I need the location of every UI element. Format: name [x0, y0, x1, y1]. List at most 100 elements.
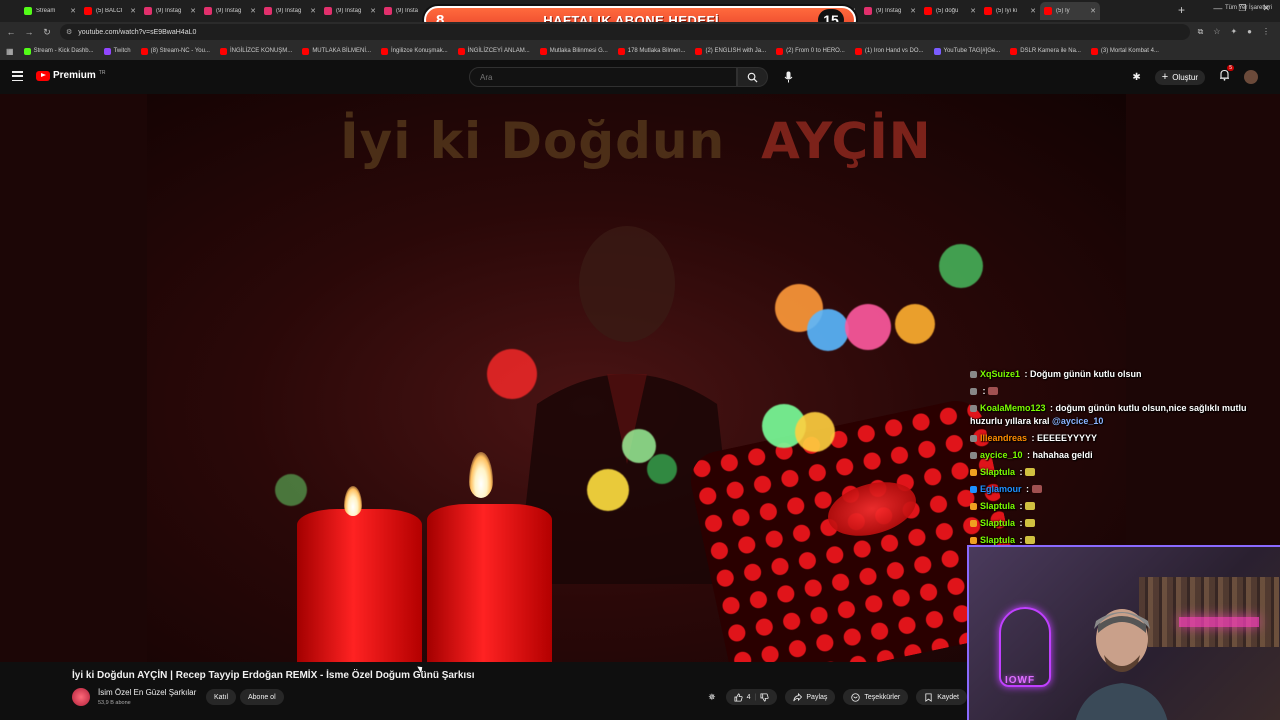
- bookmark-label: İNGİLİZCE KONUŞM...: [229, 48, 293, 54]
- bookmark-item[interactable]: Mutlaka Bilinmesi G...: [539, 47, 608, 55]
- profile-icon[interactable]: ●: [1247, 27, 1252, 37]
- address-bar-row: ← → ↻ ⚙ youtube.com/watch?v=sE9BwaH4aL0 …: [0, 22, 1280, 42]
- voice-search-button[interactable]: [778, 67, 798, 87]
- bookmark-item[interactable]: Stream - Kick Dashb...: [23, 47, 94, 55]
- save-button[interactable]: Kaydet: [916, 689, 967, 705]
- join-button[interactable]: Katıl: [206, 689, 237, 705]
- chat-separator: :: [1024, 450, 1033, 460]
- chat-text: Doğum günün kutlu olsun: [1030, 369, 1142, 379]
- bookmark-item[interactable]: (2) ENGLISH with Ja...: [695, 47, 767, 55]
- browser-tab[interactable]: (5) doğu ✕: [920, 2, 980, 20]
- tab-close-icon[interactable]: ✕: [910, 7, 916, 15]
- flame-left: [344, 486, 362, 516]
- creator-tools-icon[interactable]: ✱: [1132, 72, 1140, 83]
- chat-badge-icon: [970, 469, 977, 476]
- new-tab-button[interactable]: +: [1178, 3, 1185, 17]
- thumbs-down-icon[interactable]: [760, 692, 769, 702]
- url-field[interactable]: ⚙ youtube.com/watch?v=sE9BwaH4aL0: [60, 24, 1190, 40]
- chat-message: XqSuize1 : Doğum günün kutlu olsun: [970, 368, 1270, 381]
- bookmarks-bar: ▦ Stream - Kick Dashb... Twitch (8) Stream…: [0, 42, 1280, 60]
- chat-badge-icon: [970, 520, 977, 527]
- extensions-icon[interactable]: ✦: [1230, 27, 1237, 37]
- tab-favicon-icon: [324, 7, 332, 15]
- candle-right: [427, 504, 552, 662]
- browser-tab[interactable]: Stream ✕: [20, 2, 80, 20]
- bookmark-item[interactable]: İNGİLİZCE KONUŞM...: [219, 47, 293, 55]
- youtube-logo[interactable]: Premium TR: [36, 70, 105, 81]
- minimize-icon[interactable]: —: [1213, 3, 1222, 14]
- bookmark-item[interactable]: MUTLAKA BİLMENİ...: [302, 47, 371, 55]
- bookmark-favicon-icon: [933, 47, 941, 55]
- bookmark-item[interactable]: İngilizce Konuşmak...: [381, 47, 448, 55]
- forward-icon[interactable]: →: [24, 27, 34, 37]
- tab-close-icon[interactable]: ✕: [250, 7, 256, 15]
- chat-text: hahahaa geldi: [1032, 450, 1093, 460]
- bookmark-item[interactable]: (1) Iron Hand vs DO...: [854, 47, 924, 55]
- tab-close-icon[interactable]: ✕: [970, 7, 976, 15]
- tab-close-icon[interactable]: ✕: [1090, 7, 1096, 15]
- plus-icon: +: [1161, 71, 1169, 83]
- notifications-button[interactable]: 5: [1219, 65, 1234, 86]
- bookmark-item[interactable]: (2) From 0 to HERO...: [776, 47, 845, 55]
- search-input[interactable]: [480, 72, 736, 82]
- browser-tab[interactable]: (9) Instag ✕: [260, 2, 320, 20]
- bookmark-label: Mutlaka Bilinmesi G...: [549, 48, 608, 54]
- bokeh-light: [895, 304, 935, 344]
- site-info-icon[interactable]: ⚙: [66, 28, 72, 36]
- channel-name[interactable]: İsim Özel En Güzel Şarkılar: [98, 688, 196, 697]
- bookmark-label: (3) Mortal Kombat 4...: [1100, 48, 1159, 54]
- bookmark-item[interactable]: İNGİLİZCEYİ ANLAM...: [457, 47, 530, 55]
- bookmark-label: (2) ENGLISH with Ja...: [705, 48, 767, 54]
- chat-username: Illeandreas: [980, 433, 1028, 443]
- search-button[interactable]: [737, 67, 768, 87]
- thanks-button[interactable]: Teşekkürler: [843, 689, 909, 705]
- bokeh-light: [939, 244, 983, 288]
- tab-close-icon[interactable]: ✕: [310, 7, 316, 15]
- bokeh-light: [487, 349, 537, 399]
- account-avatar[interactable]: [1244, 70, 1258, 84]
- create-button[interactable]: + Oluştur: [1154, 69, 1205, 85]
- share-button[interactable]: Paylaş: [785, 689, 836, 705]
- browser-tab[interactable]: (9) Instag ✕: [140, 2, 200, 20]
- browser-tab[interactable]: (9) Instag ✕: [860, 2, 920, 20]
- bookmark-item[interactable]: 178 Mutlaka Bilmen...: [617, 47, 685, 55]
- tab-close-icon[interactable]: ✕: [370, 7, 376, 15]
- search-box[interactable]: [469, 67, 737, 87]
- bookmark-star-icon[interactable]: ☆: [1213, 27, 1220, 37]
- menu-icon[interactable]: [12, 71, 23, 81]
- bookmark-favicon-icon: [381, 47, 388, 55]
- bookmark-item[interactable]: (8) Stream-NC - You...: [140, 47, 210, 55]
- tab-close-icon[interactable]: ✕: [70, 7, 76, 15]
- browser-tab[interactable]: (9) Instag ✕: [320, 2, 380, 20]
- reload-icon[interactable]: ↻: [42, 27, 52, 38]
- browser-menu-icon[interactable]: ⋮: [1262, 27, 1270, 37]
- back-icon[interactable]: ←: [6, 27, 16, 37]
- apps-grid-icon[interactable]: ▦: [6, 47, 14, 56]
- youtube-brand: Premium: [53, 70, 96, 81]
- bookmark-item[interactable]: Twitch: [103, 47, 131, 55]
- bookmark-item[interactable]: (3) Mortal Kombat 4...: [1090, 47, 1159, 55]
- subscribe-button[interactable]: Abone ol: [240, 689, 284, 705]
- browser-tab[interactable]: (9) Instag ✕: [200, 2, 260, 20]
- chat-emote-icon: [1031, 485, 1042, 493]
- browser-tab[interactable]: (5) İy ✕: [1040, 2, 1100, 20]
- browser-tab[interactable]: (5) İyi ki ✕: [980, 2, 1040, 20]
- header-actions: ✱ + Oluştur 5: [1132, 65, 1258, 86]
- tab-label: (9) Instag: [156, 8, 182, 14]
- tab-favicon-icon: [864, 7, 872, 15]
- tab-close-icon[interactable]: ✕: [130, 7, 136, 15]
- dislike-all-icon[interactable]: ✵: [706, 689, 718, 705]
- neon-sign-text: IOWF: [1005, 675, 1036, 686]
- chat-username: XqSuize1: [980, 369, 1021, 379]
- install-app-icon[interactable]: ⧉: [1198, 27, 1204, 37]
- like-button[interactable]: 4 |: [725, 689, 778, 705]
- tab-close-icon[interactable]: ✕: [190, 7, 196, 15]
- bookmark-item[interactable]: DSLR Kamera ile Na...: [1010, 47, 1081, 55]
- tab-close-icon[interactable]: ✕: [1030, 7, 1036, 15]
- channel-avatar[interactable]: [72, 688, 90, 706]
- bookmark-item[interactable]: YouTube TAG[#]Ge...: [933, 47, 1000, 55]
- all-bookmarks-link[interactable]: Tüm Yer İşaretleri: [1225, 5, 1272, 11]
- browser-tab[interactable]: (5) BALCI ✕: [80, 2, 140, 20]
- tab-favicon-icon: [924, 7, 932, 15]
- chat-username: aycice_10: [980, 450, 1023, 460]
